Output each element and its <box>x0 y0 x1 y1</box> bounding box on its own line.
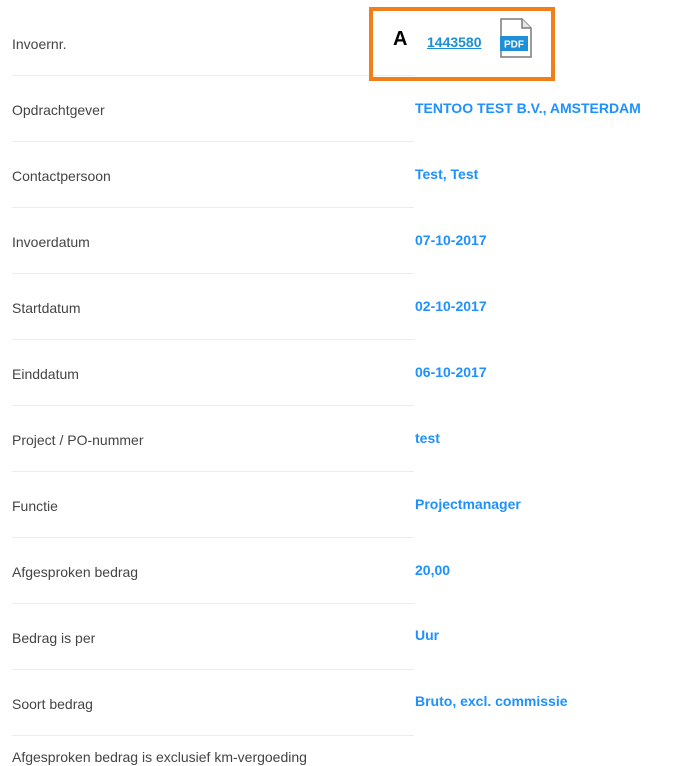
row-project-po: Project / PO-nummer <box>0 406 414 472</box>
row-startdatum: Startdatum <box>0 274 414 340</box>
value-bedrag-is-per: Uur <box>415 627 440 643</box>
invoice-details-panel: Invoernr. Opdrachtgever Contactpersoon I… <box>0 0 674 766</box>
row-invoerdatum: Invoerdatum <box>0 208 414 274</box>
value-einddatum: 06-10-2017 <box>415 364 487 380</box>
row-label: Afgesproken bedrag <box>12 564 139 580</box>
row-label: Invoernr. <box>12 36 67 52</box>
row-label: Bedrag is per <box>12 630 96 646</box>
row-label: Project / PO-nummer <box>12 432 144 448</box>
invoice-number-link[interactable]: 1443580 <box>427 34 482 50</box>
value-afgesproken-bedrag: 20,00 <box>415 562 451 578</box>
value-contactpersoon: Test, Test <box>415 166 479 182</box>
value-invoerdatum: 07-10-2017 <box>415 232 487 248</box>
row-functie: Functie <box>0 472 414 538</box>
row-contactpersoon: Contactpersoon <box>0 142 414 208</box>
row-label: Soort bedrag <box>12 696 93 712</box>
row-afgesproken-bedrag: Afgesproken bedrag <box>0 538 414 604</box>
pdf-icon-label: PDF <box>504 40 524 51</box>
row-label: Contactpersoon <box>12 168 111 184</box>
pdf-icon[interactable]: PDF <box>499 18 533 58</box>
row-label: Startdatum <box>12 300 81 316</box>
row-opdrachtgever: Opdrachtgever <box>0 76 414 142</box>
value-startdatum: 02-10-2017 <box>415 298 487 314</box>
row-invoernr: Invoernr. <box>0 10 414 76</box>
row-km-vergoeding: Afgesproken bedrag is exclusief km-vergo… <box>0 736 414 766</box>
annotation-letter: A <box>393 28 408 50</box>
row-label: Afgesproken bedrag is exclusief km-vergo… <box>12 749 307 765</box>
value-opdrachtgever: TENTOO TEST B.V., AMSTERDAM <box>415 100 641 116</box>
value-soort-bedrag: Bruto, excl. commissie <box>415 693 568 709</box>
row-label: Functie <box>12 498 58 514</box>
row-bedrag-is-per: Bedrag is per <box>0 604 414 670</box>
value-project-po: test <box>415 430 440 446</box>
row-label: Invoerdatum <box>12 234 90 250</box>
value-functie: Projectmanager <box>415 496 521 512</box>
row-soort-bedrag: Soort bedrag <box>0 670 414 736</box>
row-label: Opdrachtgever <box>12 102 105 118</box>
row-einddatum: Einddatum <box>0 340 414 406</box>
row-label: Einddatum <box>12 366 79 382</box>
